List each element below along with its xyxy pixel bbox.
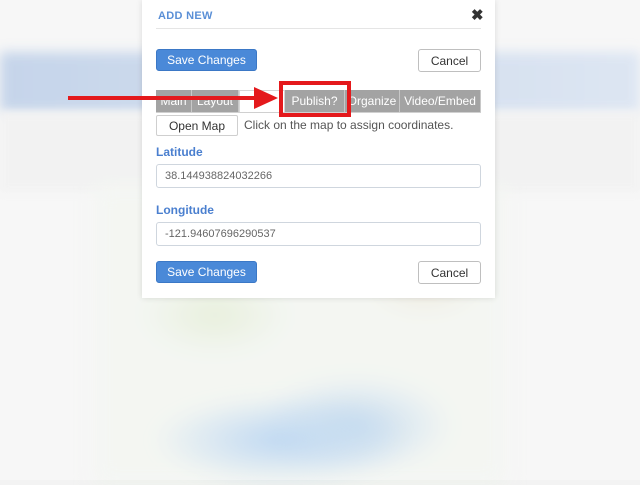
save-button-bottom[interactable]: Save Changes: [156, 261, 257, 283]
map-hint: Click on the map to assign coordinates.: [244, 118, 454, 132]
annotation-highlight-box: [279, 81, 351, 117]
tab-main[interactable]: Main: [156, 90, 192, 112]
latitude-field[interactable]: 38.144938824032266: [156, 164, 481, 188]
close-icon[interactable]: ✖: [471, 8, 484, 24]
annotation-arrow-head: [254, 87, 278, 109]
tab-video-embed[interactable]: Video/Embed: [400, 90, 481, 112]
cancel-button-bottom[interactable]: Cancel: [418, 261, 481, 284]
open-map-button[interactable]: Open Map: [156, 115, 238, 136]
latitude-label: Latitude: [156, 145, 203, 159]
modal-title: ADD NEW: [158, 10, 213, 22]
add-new-modal: ADD NEW ✖ Save Changes Cancel Main Layou…: [142, 0, 495, 298]
annotation-arrow-shaft: [68, 96, 262, 100]
save-button-top[interactable]: Save Changes: [156, 49, 257, 71]
longitude-label: Longitude: [156, 203, 214, 217]
longitude-field[interactable]: -121.94607696290537: [156, 222, 481, 246]
tab-organize[interactable]: Organize: [345, 90, 400, 112]
tab-layout[interactable]: Layout: [192, 90, 239, 112]
cancel-button-top[interactable]: Cancel: [418, 49, 481, 72]
title-divider: [156, 28, 481, 29]
